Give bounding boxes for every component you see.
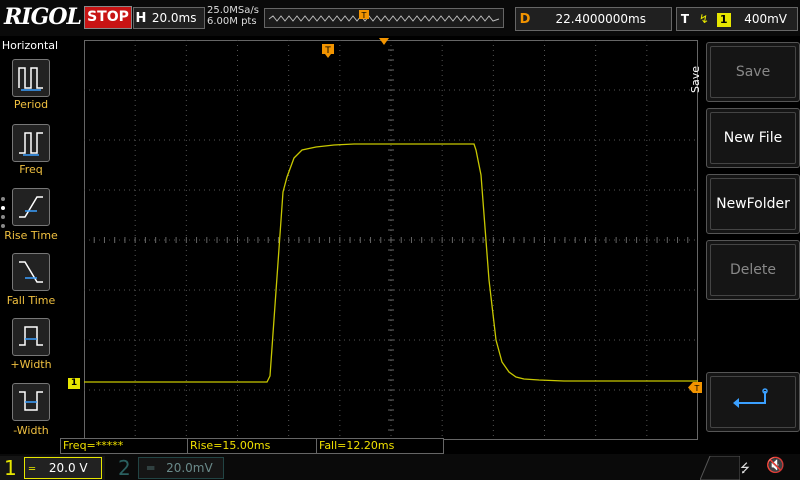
brand-logo: RIGOL [4, 4, 82, 30]
channel2-number[interactable]: 2 [118, 456, 131, 480]
negative-width-icon [19, 391, 43, 411]
freq-button[interactable] [12, 124, 50, 162]
return-icon [733, 388, 768, 408]
rise-time-button[interactable] [12, 188, 50, 226]
memory-overview-waveform: T [268, 10, 500, 22]
negative-width-button[interactable] [12, 383, 50, 421]
channel1-scale-box[interactable]: ═ 20.0 V [24, 457, 102, 479]
save-label: Save [710, 46, 796, 98]
memory-overview-bar[interactable]: T [264, 8, 504, 28]
channel2-scale: 20.0mV [166, 461, 213, 475]
sample-rate: 25.0MSa/s [207, 5, 259, 16]
new-file-button[interactable]: New File [706, 108, 800, 168]
svg-text:T: T [324, 46, 331, 56]
menu-page-indicator [1, 197, 7, 233]
channel1-number: 1 [4, 456, 17, 480]
measurement-rise[interactable]: Rise=15.00ms [187, 438, 317, 454]
rising-edge-icon: ↯ [698, 12, 709, 26]
new-folder-label: NewFolder [710, 178, 796, 230]
timebase-value: 20.0ms [151, 11, 197, 25]
right-menu-title: Save [689, 66, 702, 94]
speaker-muted-icon[interactable]: 🔇 [766, 456, 785, 474]
positive-width-button[interactable] [12, 318, 50, 356]
freq-icon [19, 132, 43, 156]
positive-width-icon [19, 326, 43, 346]
trigger-delay[interactable]: D 22.4000000ms [515, 7, 672, 31]
delete-button[interactable]: Delete [706, 240, 800, 300]
waveform-display[interactable] [84, 40, 698, 440]
period-icon [18, 67, 43, 91]
trigger-delay-marker [379, 38, 389, 45]
overview-trigger-marker: T [361, 11, 367, 20]
trigger-settings[interactable]: T ↯ 1 400mV [676, 7, 798, 31]
horizontal-timebase[interactable]: H 20.0ms [133, 7, 205, 29]
measurement-freq[interactable]: Freq=***** [60, 438, 188, 454]
grid-lines [84, 40, 698, 440]
freq-label: Freq [19, 163, 43, 176]
measurement-fall[interactable]: Fall=12.20ms [316, 438, 444, 454]
delay-value: 22.4000000ms [555, 12, 646, 26]
new-file-label: New File [710, 112, 796, 164]
dc-coupling-icon: ═ [147, 461, 155, 475]
delay-key: D [519, 12, 531, 27]
delete-label: Delete [710, 244, 796, 296]
horizontal-key: H [135, 11, 147, 26]
trigger-level-marker[interactable]: T [688, 378, 702, 397]
negative-width-label: -Width [13, 424, 49, 437]
run-stop-indicator[interactable]: STOP [84, 6, 132, 29]
fall-time-button[interactable] [12, 253, 50, 291]
fall-time-icon [19, 261, 43, 283]
left-menu-title: Horizontal [1, 39, 59, 52]
menu-tab-decoration [700, 456, 740, 480]
save-button[interactable]: Save [706, 42, 800, 102]
trigger-source-badge: 1 [716, 12, 731, 27]
dc-coupling-icon: ═ [29, 464, 36, 475]
trigger-position-marker[interactable]: T [322, 44, 334, 58]
period-label: Period [13, 98, 49, 111]
new-folder-button[interactable]: NewFolder [706, 174, 800, 234]
positive-width-label: +Width [10, 358, 52, 371]
channel1-ground-marker[interactable]: 1 [68, 378, 80, 389]
trigger-key: T [680, 12, 690, 26]
trigger-level: 400mV [744, 12, 787, 26]
rise-time-label: Rise Time [4, 229, 58, 242]
memory-depth: 6.00M pts [207, 16, 257, 27]
return-button[interactable] [706, 372, 800, 432]
channel2-scale-box[interactable]: ═ 20.0mV [138, 457, 224, 479]
fall-time-label: Fall Time [6, 294, 56, 307]
channel1-scale: 20.0 V [48, 461, 88, 475]
svg-text:T: T [694, 384, 700, 393]
acquisition-info: 25.0MSa/s 6.00M pts [207, 5, 259, 27]
usb-icon: ⭍ [740, 461, 750, 475]
rise-time-icon [19, 196, 43, 218]
period-button[interactable] [12, 59, 50, 97]
